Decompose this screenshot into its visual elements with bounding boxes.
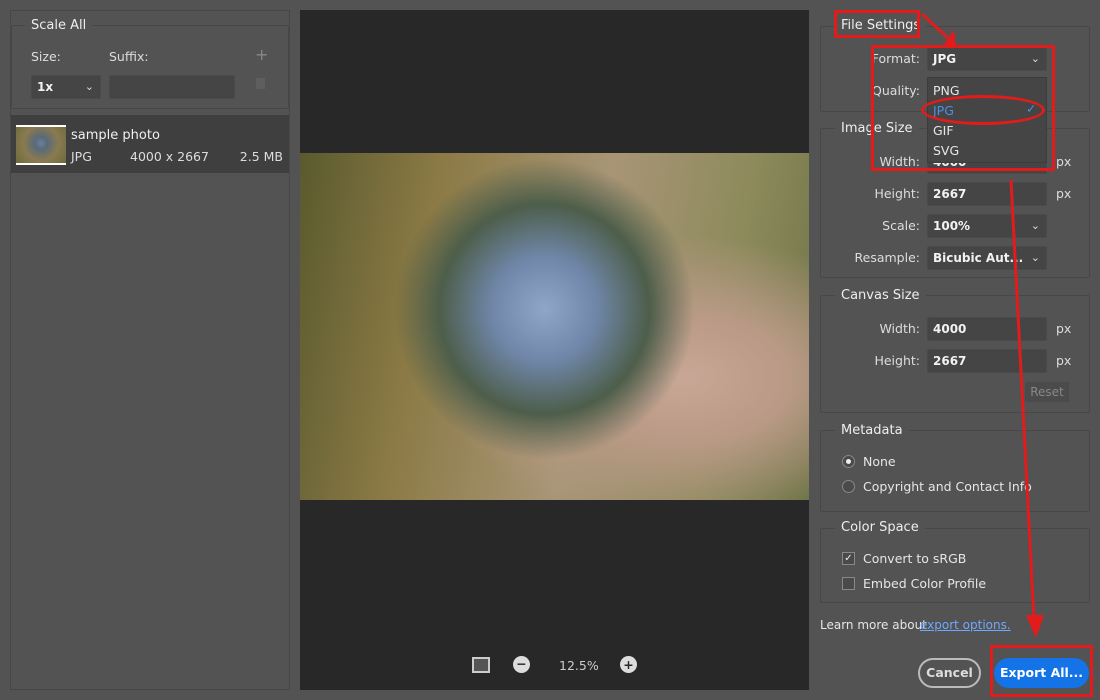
annotation-arrows — [920, 12, 1044, 638]
